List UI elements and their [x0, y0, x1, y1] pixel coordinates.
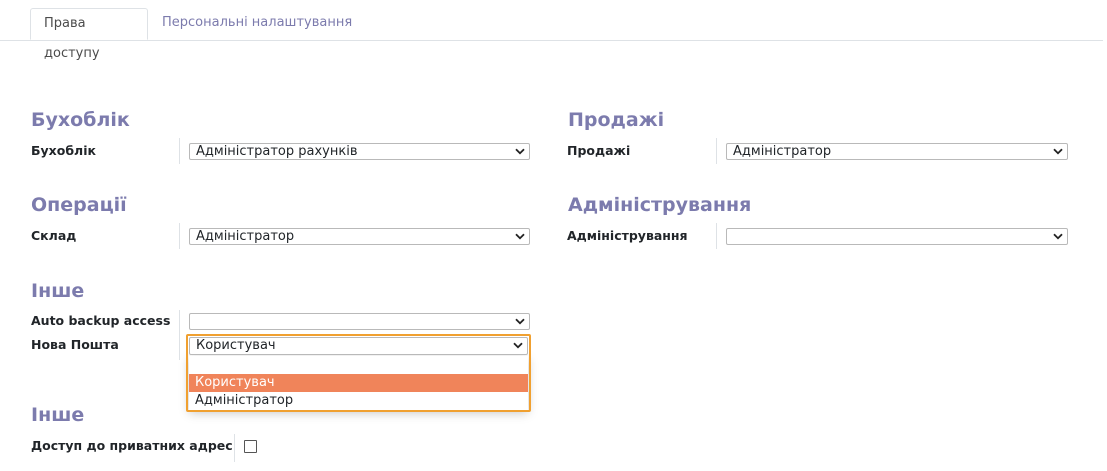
chevron-down-icon: [1053, 233, 1063, 240]
notebook-tabs: Права доступу Персональні налаштування: [0, 8, 1103, 61]
section-title-operations: Операції: [31, 194, 127, 216]
accounting-select-value: Адміністратор рахунків: [196, 144, 358, 159]
chevron-down-icon: [515, 233, 525, 240]
auto-backup-select[interactable]: [189, 313, 530, 330]
warehouse-select-value: Адміністратор: [196, 229, 295, 244]
nova-poshta-field-label: Нова Пошта: [31, 337, 119, 352]
chevron-down-icon: [515, 148, 525, 155]
accounting-field-label: Бухоблік: [31, 143, 96, 158]
sales-select[interactable]: Адміністратор: [726, 143, 1068, 160]
section-title-sales: Продажі: [568, 109, 665, 131]
section-title-administration: Адміністрування: [568, 194, 752, 216]
section-title-other: Інше: [31, 280, 85, 302]
chevron-down-icon: [515, 318, 525, 325]
field-divider: [234, 434, 235, 462]
administration-field-label: Адміністрування: [567, 228, 688, 243]
section-title-accounting: Бухоблік: [31, 109, 130, 131]
chevron-down-icon: [1053, 148, 1063, 155]
private-addresses-checkbox[interactable]: [244, 440, 257, 453]
field-divider: [179, 223, 180, 249]
field-divider: [716, 223, 717, 249]
auto-backup-field-label: Auto backup access: [31, 313, 171, 328]
warehouse-field-label: Склад: [31, 228, 77, 243]
field-divider: [179, 310, 180, 360]
field-divider: [716, 138, 717, 164]
sales-select-value: Адміністратор: [733, 144, 832, 159]
section-title-other-2: Інше: [31, 404, 85, 426]
accounting-select[interactable]: Адміністратор рахунків: [189, 143, 530, 160]
warehouse-select[interactable]: Адміністратор: [189, 228, 530, 245]
field-divider: [179, 138, 180, 164]
tab-access-rights[interactable]: Права доступу: [30, 8, 148, 61]
sales-field-label: Продажі: [567, 143, 631, 158]
focus-highlight-frame: [186, 334, 531, 412]
administration-select[interactable]: [726, 228, 1068, 245]
private-addresses-field-label: Доступ до приватних адрес: [31, 438, 233, 453]
tab-personal-settings[interactable]: Персональні налаштування: [148, 8, 365, 40]
